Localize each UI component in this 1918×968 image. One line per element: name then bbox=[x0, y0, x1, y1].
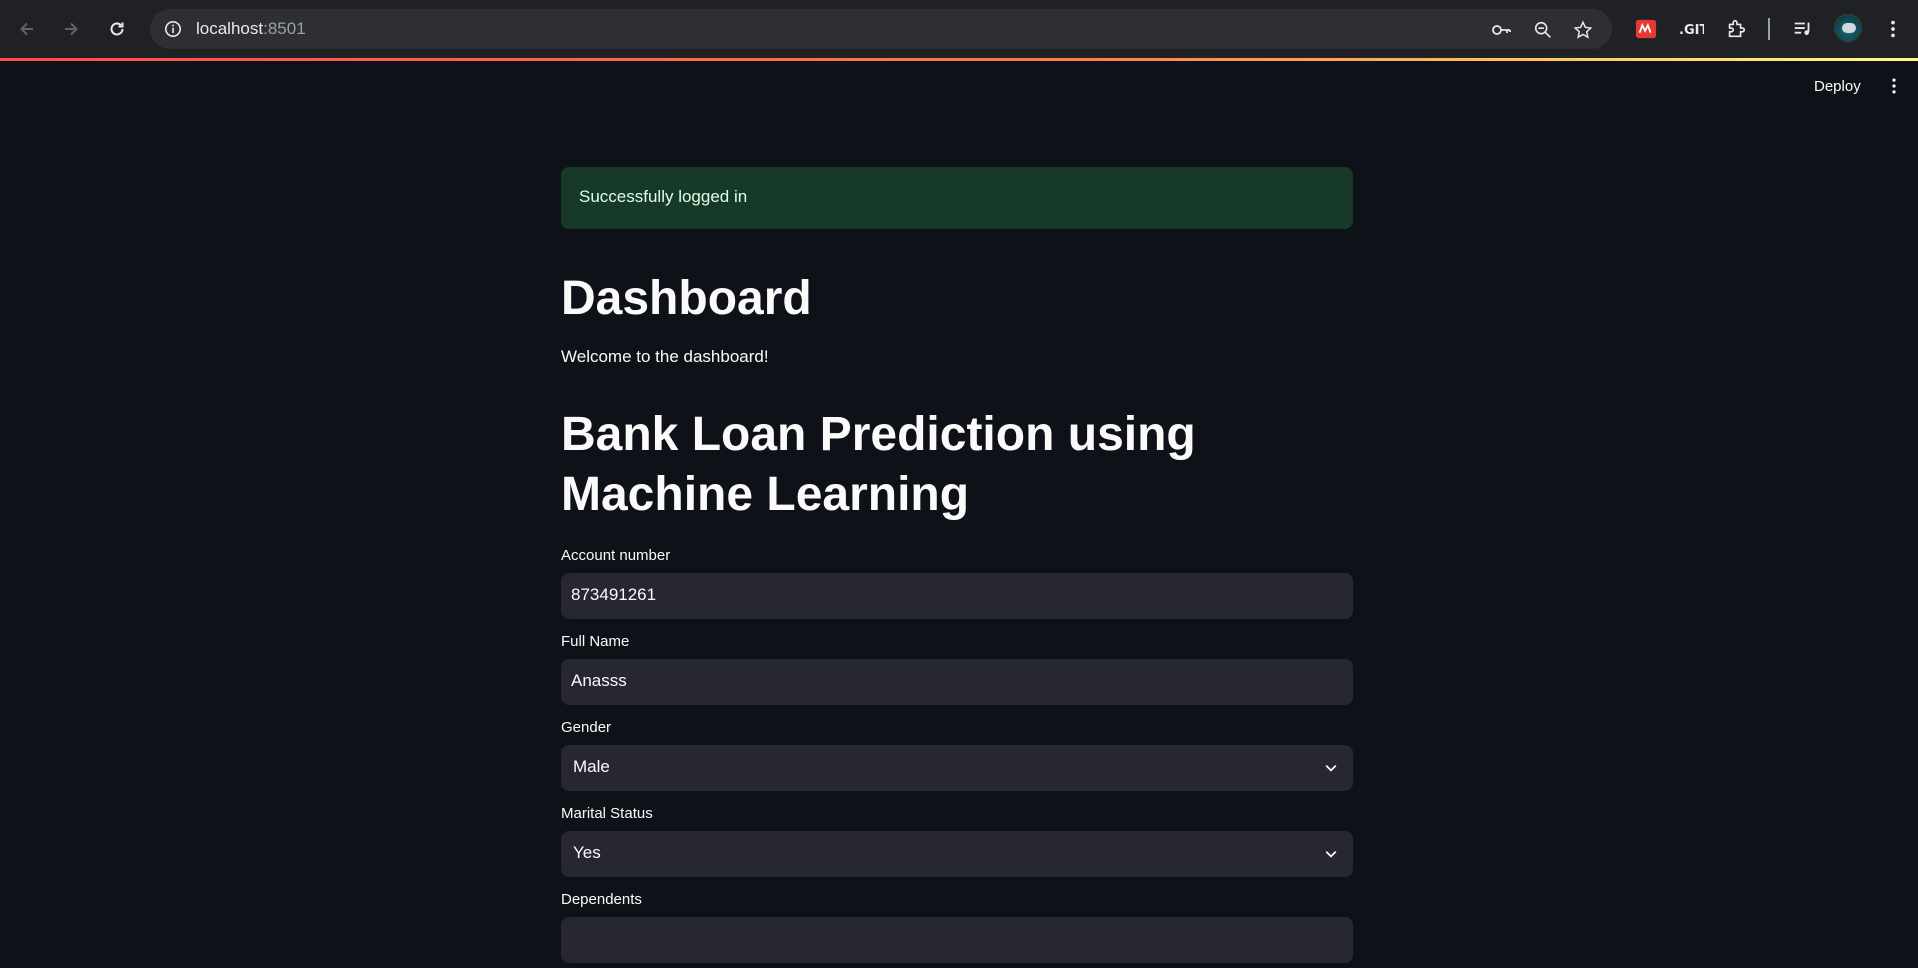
account-number-input[interactable]: 873491261 bbox=[561, 573, 1353, 619]
dashboard-heading: Dashboard bbox=[561, 272, 812, 325]
chevron-down-icon bbox=[1321, 844, 1341, 864]
url-port: :8501 bbox=[263, 19, 306, 38]
browser-toolbar: localhost:8501 .GIT bbox=[0, 0, 1918, 58]
reload-button[interactable] bbox=[102, 14, 132, 44]
toolbar-separator bbox=[1768, 18, 1770, 40]
account-number-field: Account number 873491261 bbox=[561, 547, 1353, 619]
marital-status-label: Marital Status bbox=[561, 805, 653, 822]
chevron-down-icon bbox=[1321, 758, 1341, 778]
extension-git-icon[interactable]: .GIT bbox=[1678, 16, 1704, 42]
address-bar[interactable]: localhost:8501 bbox=[150, 9, 1612, 49]
bookmark-star-icon[interactable] bbox=[1572, 19, 1594, 41]
back-button[interactable] bbox=[12, 14, 42, 44]
media-playlist-icon[interactable] bbox=[1790, 16, 1816, 42]
profile-avatar[interactable] bbox=[1834, 14, 1862, 42]
reload-icon bbox=[110, 22, 124, 36]
gender-selected-value: Male bbox=[573, 757, 610, 776]
gender-select[interactable]: Male bbox=[561, 745, 1353, 791]
browser-menu-icon[interactable] bbox=[1880, 16, 1906, 42]
extensions-puzzle-icon[interactable] bbox=[1723, 16, 1749, 42]
dependents-label: Dependents bbox=[561, 891, 642, 908]
account-number-label: Account number bbox=[561, 547, 671, 564]
welcome-text: Welcome to the dashboard! bbox=[561, 347, 769, 366]
full-name-field: Full Name Anasss bbox=[561, 633, 1353, 705]
app-decoration-bar bbox=[0, 58, 1918, 61]
dependents-field: Dependents bbox=[561, 891, 1353, 963]
extension-red-icon[interactable] bbox=[1633, 16, 1659, 42]
marital-selected-value: Yes bbox=[573, 843, 601, 862]
arrow-left-icon bbox=[20, 22, 33, 36]
password-key-icon[interactable] bbox=[1490, 19, 1512, 41]
gender-label: Gender bbox=[561, 719, 612, 736]
site-info-icon[interactable] bbox=[162, 18, 184, 40]
marital-status-field: Marital Status Yes bbox=[561, 805, 1353, 877]
url-text[interactable]: localhost:8501 bbox=[196, 19, 306, 39]
arrow-right-icon bbox=[65, 22, 78, 36]
svg-text:.GIT: .GIT bbox=[1679, 23, 1704, 38]
full-name-label: Full Name bbox=[561, 633, 630, 650]
url-host: localhost bbox=[196, 19, 264, 38]
main-menu-icon[interactable] bbox=[1884, 76, 1904, 96]
zoom-icon[interactable] bbox=[1532, 19, 1554, 41]
app-title: Bank Loan Prediction using Machine Learn… bbox=[561, 408, 1196, 521]
dependents-select[interactable] bbox=[561, 917, 1353, 963]
marital-status-select[interactable]: Yes bbox=[561, 831, 1353, 877]
full-name-input[interactable]: Anasss bbox=[561, 659, 1353, 705]
deploy-button[interactable]: Deploy bbox=[1806, 74, 1869, 99]
forward-button[interactable] bbox=[56, 14, 86, 44]
main-content: Successfully logged in Dashboard Welcome… bbox=[561, 167, 1353, 963]
success-alert: Successfully logged in bbox=[561, 167, 1353, 229]
gender-field: Gender Male bbox=[561, 719, 1353, 791]
